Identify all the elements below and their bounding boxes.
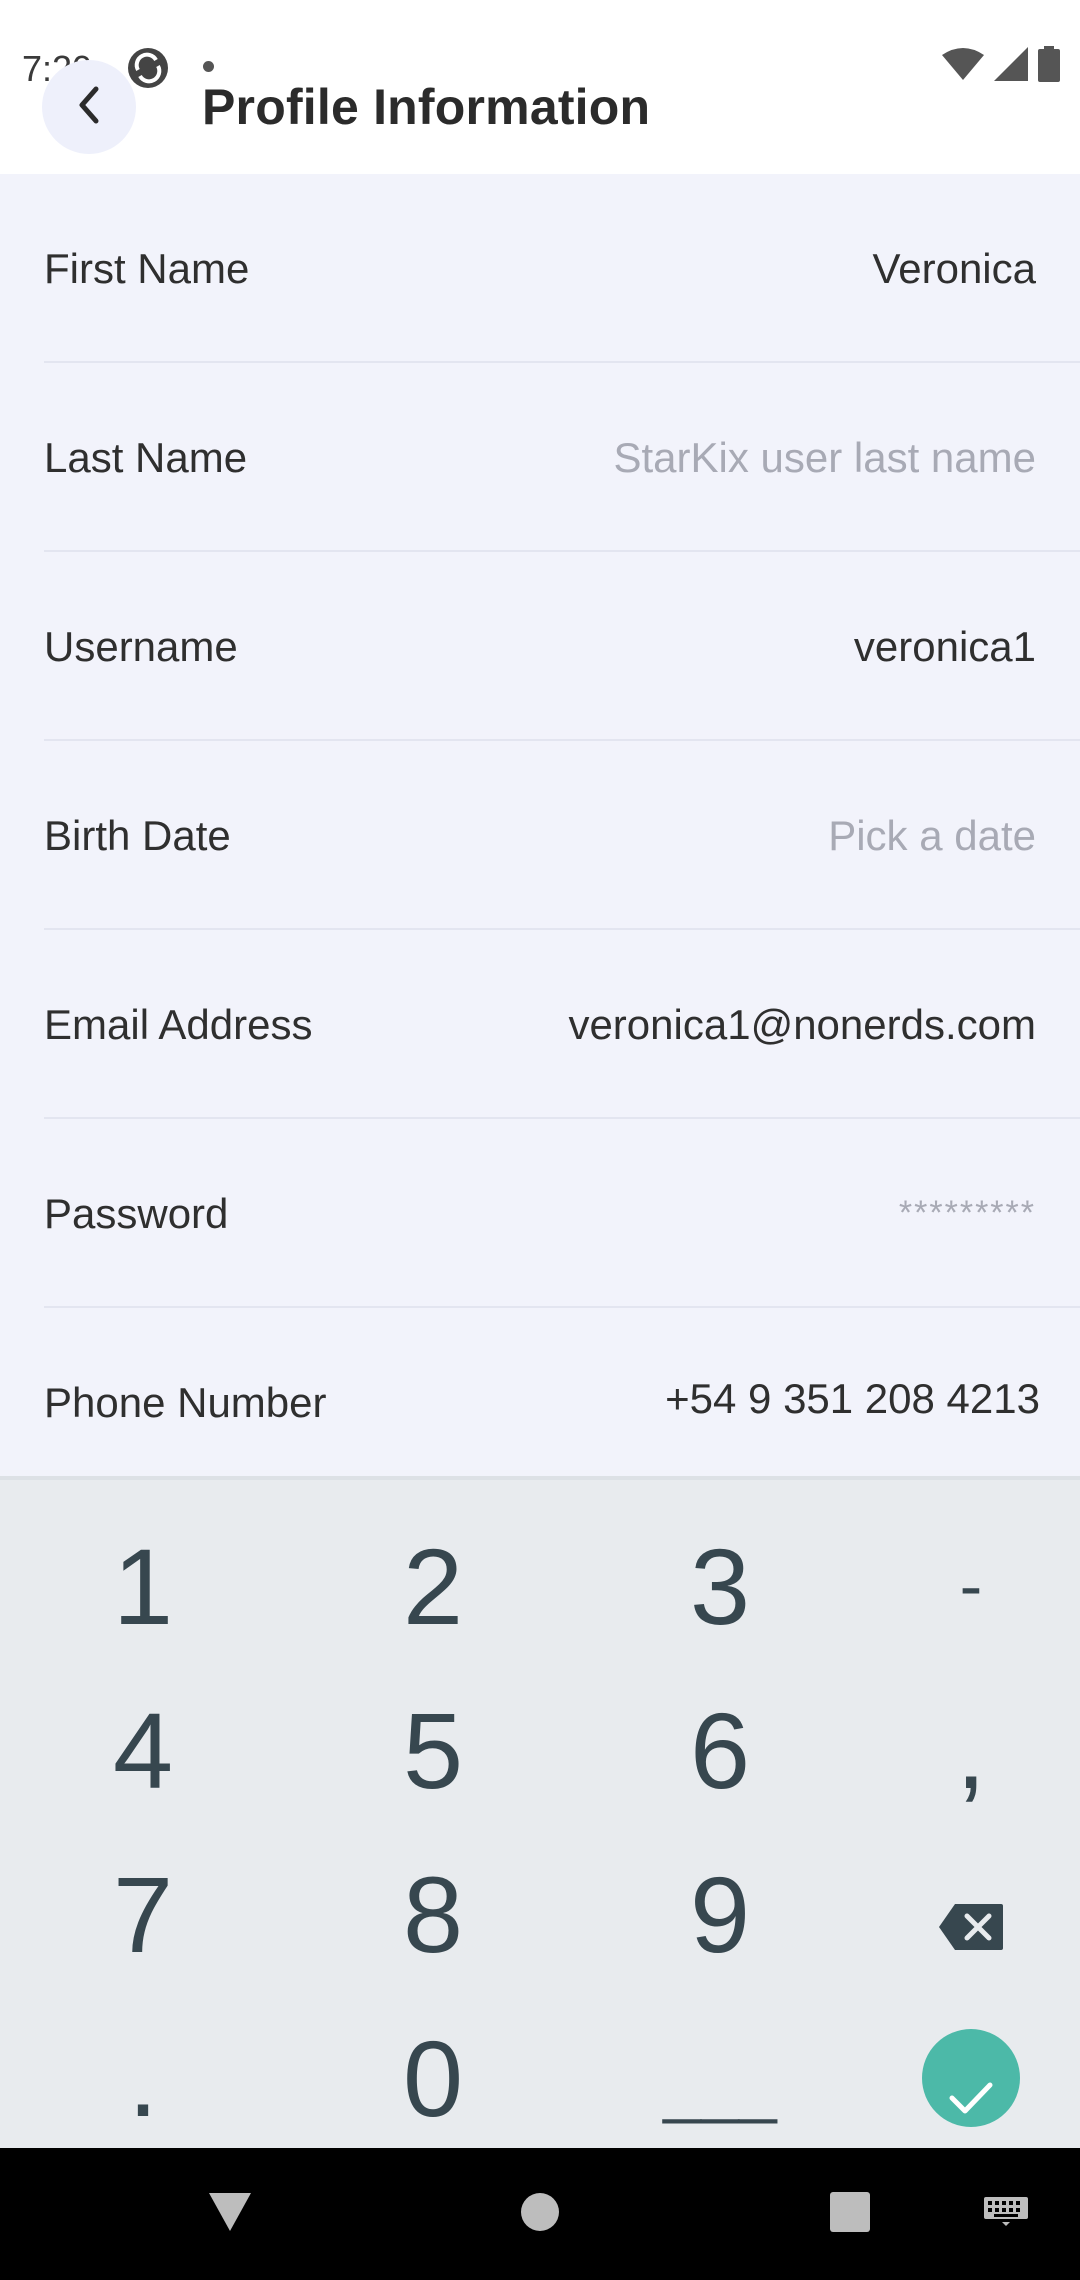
nav-home-icon xyxy=(520,2192,560,2237)
first-name-row[interactable]: First Name Veronica xyxy=(0,174,1080,363)
username-row[interactable]: Username veronica1 xyxy=(0,552,1080,741)
last-name-label: Last Name xyxy=(44,434,248,481)
nav-back-button[interactable] xyxy=(180,2148,280,2280)
key-8[interactable]: 8 xyxy=(298,1832,568,1996)
sync-icon xyxy=(126,46,170,90)
email-field[interactable]: veronica1@nonerds.com xyxy=(568,930,1036,1119)
key-4[interactable]: 4 xyxy=(8,1668,278,1832)
birth-date-row[interactable]: Birth Date Pick a date xyxy=(0,741,1080,930)
key-2[interactable]: 2 xyxy=(298,1504,568,1668)
username-label: Username xyxy=(44,623,238,670)
battery-icon xyxy=(1038,45,1060,87)
key-comma[interactable]: , xyxy=(836,1668,1080,1832)
key-0[interactable]: 0 xyxy=(298,1996,568,2160)
back-arrow-icon xyxy=(72,85,106,130)
phone-row[interactable]: Phone Number +54 9 351 208 4213 xyxy=(0,1308,1080,1497)
password-row[interactable]: Password ********* xyxy=(0,1119,1080,1308)
first-name-label: First Name xyxy=(44,245,250,292)
backspace-key[interactable] xyxy=(836,1832,1080,1996)
nav-recents-icon xyxy=(829,2191,871,2238)
email-label: Email Address xyxy=(44,1001,313,1048)
birth-date-label: Birth Date xyxy=(44,812,231,859)
status-icons xyxy=(942,45,1060,87)
profile-form: First Name Veronica Last Name StarKix us… xyxy=(0,174,1080,1497)
signal-icon xyxy=(994,46,1028,86)
last-name-field[interactable]: StarKix user last name xyxy=(613,363,1036,552)
phone-label: Phone Number xyxy=(44,1379,327,1426)
checkmark-icon xyxy=(948,2016,994,2141)
key-6[interactable]: 6 xyxy=(585,1668,855,1832)
numeric-keyboard: 1 2 3 - 4 5 6 , 7 8 9 . 0 ___ xyxy=(0,1476,1080,2148)
key-3[interactable]: 3 xyxy=(585,1504,855,1668)
key-9[interactable]: 9 xyxy=(585,1832,855,1996)
nav-back-icon xyxy=(207,2191,253,2238)
first-name-field[interactable]: Veronica xyxy=(873,174,1036,363)
key-1[interactable]: 1 xyxy=(8,1504,278,1668)
keyboard-switch-button[interactable] xyxy=(966,2148,1046,2280)
username-field[interactable]: veronica1 xyxy=(854,552,1036,741)
key-dot[interactable]: . xyxy=(8,1996,278,2160)
keyboard-icon xyxy=(984,2196,1028,2232)
nav-recents-button[interactable] xyxy=(800,2148,900,2280)
key-space[interactable]: ___ xyxy=(585,1996,855,2160)
app-header: 7:20 Profile Information xyxy=(0,0,1080,174)
notification-dot xyxy=(203,61,214,72)
birth-date-picker[interactable]: Pick a date xyxy=(828,741,1036,930)
screen: 7:20 Profile Information First Name Vero… xyxy=(0,0,1080,2280)
wifi-icon xyxy=(942,47,984,86)
system-nav-bar xyxy=(0,2148,1080,2280)
password-field[interactable]: ********* xyxy=(899,1119,1036,1308)
phone-field[interactable]: +54 9 351 208 4213 xyxy=(665,1304,1040,1493)
email-row[interactable]: Email Address veronica1@nonerds.com xyxy=(0,930,1080,1119)
enter-button[interactable] xyxy=(922,2029,1020,2127)
page-title: Profile Information xyxy=(202,79,651,135)
back-button[interactable] xyxy=(42,60,136,154)
password-label: Password xyxy=(44,1190,229,1237)
key-dash[interactable]: - xyxy=(836,1504,1080,1668)
backspace-icon xyxy=(937,1852,1005,1977)
key-7[interactable]: 7 xyxy=(8,1832,278,1996)
last-name-row[interactable]: Last Name StarKix user last name xyxy=(0,363,1080,552)
enter-key[interactable] xyxy=(836,1996,1080,2160)
key-5[interactable]: 5 xyxy=(298,1668,568,1832)
nav-home-button[interactable] xyxy=(490,2148,590,2280)
